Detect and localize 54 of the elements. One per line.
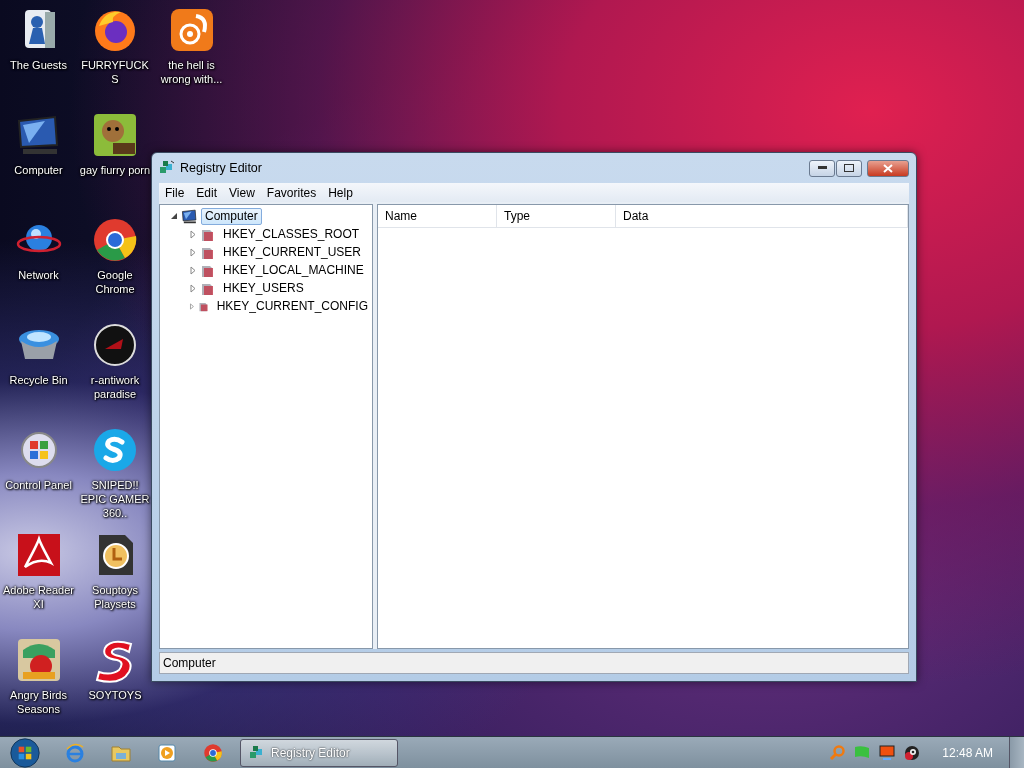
minimize-icon xyxy=(817,166,827,170)
browser-icon[interactable] xyxy=(65,742,85,763)
maximize-button[interactable] xyxy=(836,159,862,177)
tree-item[interactable]: Computer xyxy=(201,207,262,225)
speaker-icon[interactable] xyxy=(904,744,921,761)
menu-item[interactable]: Help xyxy=(322,185,359,200)
minimize-button[interactable] xyxy=(809,159,835,177)
registry-cubes-icon xyxy=(159,160,175,176)
expand-arrow-icon[interactable] xyxy=(189,247,197,257)
icon-label[interactable]: Angry Birds Seasons xyxy=(2,688,75,716)
icon-label[interactable]: The Guests xyxy=(10,58,67,72)
column-header[interactable]: Type xyxy=(497,205,616,227)
icon-label[interactable]: Network xyxy=(18,268,59,282)
tree-item[interactable]: HKEY_CLASSES_ROOT xyxy=(219,225,364,243)
icon-label[interactable]: Google Chrome xyxy=(79,268,151,296)
icon-label[interactable]: Recycle Bin xyxy=(9,373,68,387)
browser-icon xyxy=(91,216,139,264)
collapse-arrow-icon[interactable] xyxy=(170,211,178,221)
play-icon[interactable] xyxy=(158,743,176,762)
monitor-icon[interactable] xyxy=(879,745,896,760)
expand-arrow-icon[interactable] xyxy=(189,283,197,293)
hamster-box-icon xyxy=(91,111,139,159)
close-button[interactable] xyxy=(867,159,909,177)
icon-label[interactable]: the hell is wrong with... xyxy=(155,58,228,86)
expand-arrow-icon[interactable] xyxy=(189,301,195,311)
expand-arrow-icon[interactable] xyxy=(189,265,197,275)
icon-label[interactable]: gay fiurry porn xyxy=(79,163,151,177)
show-desktop-button[interactable] xyxy=(1009,736,1024,768)
tree-item[interactable]: HKEY_CURRENT_CONFIG xyxy=(212,297,372,315)
column-header[interactable]: Data xyxy=(616,205,908,227)
menu-item[interactable]: Edit xyxy=(190,185,224,200)
column-header[interactable]: Name xyxy=(378,205,497,227)
menu-item[interactable]: File xyxy=(159,185,191,200)
tree-item[interactable]: HKEY_CURRENT_USER xyxy=(219,243,366,261)
status-bar: Computer xyxy=(159,652,909,674)
expand-arrow-icon[interactable] xyxy=(189,229,197,239)
start-button[interactable] xyxy=(10,737,40,768)
window-title: Registry Editor xyxy=(180,161,263,175)
monitor-icon xyxy=(181,207,198,225)
menu-item[interactable]: View xyxy=(223,185,261,200)
browser-icon[interactable] xyxy=(203,742,223,763)
menu-item[interactable]: Favorites xyxy=(260,185,323,200)
icon-label[interactable]: SOYTOYS xyxy=(88,688,142,702)
icon-label[interactable]: FURRYFUCKS xyxy=(79,58,151,86)
s-letter-icon xyxy=(91,426,139,474)
tree-item[interactable]: HKEY_LOCAL_MACHINE xyxy=(219,261,368,279)
icon-label[interactable]: r-antiwork paradise xyxy=(79,373,151,401)
tree-item[interactable]: HKEY_USERS xyxy=(219,279,308,297)
registry-cubes-icon xyxy=(249,744,265,761)
maximize-icon xyxy=(844,164,854,172)
close-icon xyxy=(883,163,893,173)
icon-label[interactable]: Computer xyxy=(14,163,63,177)
folder-icon[interactable] xyxy=(111,743,131,762)
dark-circle-icon xyxy=(91,321,139,369)
